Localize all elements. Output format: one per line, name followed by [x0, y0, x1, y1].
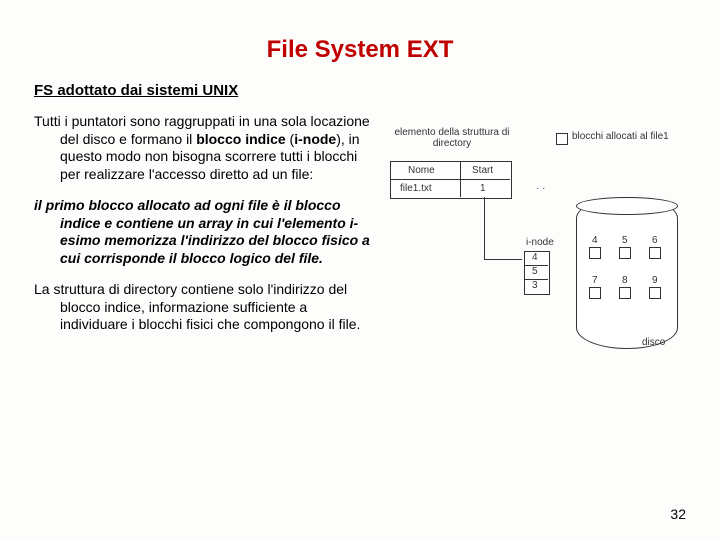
slide-subtitle: FS adottato dai sistemi UNIX	[34, 82, 686, 99]
directory-label: elemento della struttura di directory	[392, 127, 512, 149]
col-start: Start	[472, 165, 493, 176]
block-4-icon	[589, 247, 601, 259]
diagram-column: elemento della struttura di directory bl…	[386, 113, 686, 367]
paragraph-2: il primo blocco allocato ad ogni file è …	[34, 197, 374, 267]
block-7-label: 7	[592, 275, 598, 286]
cell-filename: file1.txt	[400, 183, 432, 194]
slide-title: File System EXT	[34, 36, 686, 64]
pointer-h	[484, 259, 522, 260]
block-4-label: 4	[592, 235, 598, 246]
table-vline	[460, 161, 461, 197]
inode-row-2: 3	[532, 280, 538, 291]
connector-dots: · ·	[536, 183, 545, 194]
paragraph-3: La struttura di directory contiene solo …	[34, 281, 374, 334]
inode-row-0: 4	[532, 252, 538, 263]
paragraph-1: Tutti i puntatori sono raggruppati in un…	[34, 113, 374, 183]
diagram: elemento della struttura di directory bl…	[386, 127, 686, 367]
legend-box-icon	[556, 133, 568, 145]
block-6-icon	[649, 247, 661, 259]
disk-label: disco	[642, 337, 665, 348]
block-5-icon	[619, 247, 631, 259]
block-9-icon	[649, 287, 661, 299]
blocks-legend-label: blocchi allocati al file1	[572, 131, 669, 142]
inode-row-1: 5	[532, 266, 538, 277]
inode-label: i-node	[526, 237, 554, 248]
content-columns: Tutti i puntatori sono raggruppati in un…	[34, 113, 686, 367]
col-name: Nome	[408, 165, 435, 176]
cell-start: 1	[480, 183, 486, 194]
block-5-label: 5	[622, 235, 628, 246]
page-number: 32	[670, 506, 686, 522]
block-6-label: 6	[652, 235, 658, 246]
table-hline	[390, 179, 510, 180]
block-8-icon	[619, 287, 631, 299]
block-9-label: 9	[652, 275, 658, 286]
block-7-icon	[589, 287, 601, 299]
pointer-v	[484, 197, 485, 259]
disk-cylinder	[576, 197, 678, 349]
block-8-label: 8	[622, 275, 628, 286]
text-column: Tutti i puntatori sono raggruppati in un…	[34, 113, 374, 367]
